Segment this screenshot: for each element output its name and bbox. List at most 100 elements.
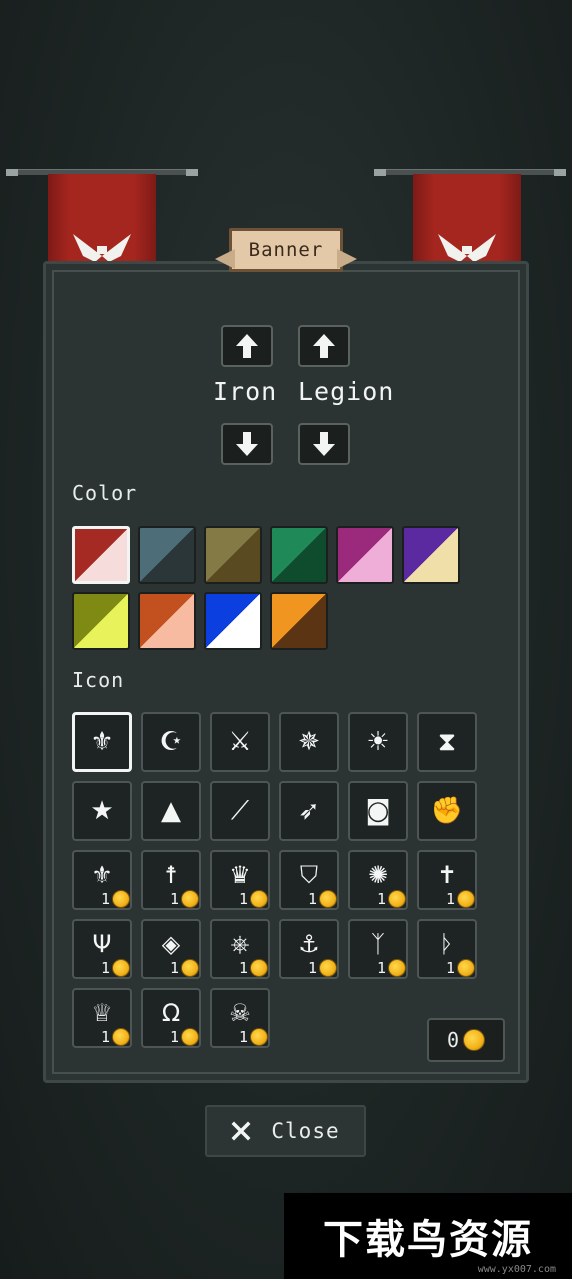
color-swatch[interactable]	[72, 526, 130, 584]
icon-option[interactable]: ⟋	[210, 781, 270, 841]
winged-crest-icon: ⚜	[90, 727, 114, 757]
coin-icon	[112, 890, 130, 908]
icon-price: 1	[170, 1028, 199, 1046]
icon-option[interactable]: ᛉ1	[348, 919, 408, 979]
icon-option[interactable]: ♛ 1	[210, 850, 270, 910]
coin-icon	[319, 959, 337, 977]
icon-option[interactable]: ⛉ 1	[279, 850, 339, 910]
icon-option[interactable]: ♕ 1	[72, 988, 132, 1048]
icon-option[interactable]: ★	[72, 781, 132, 841]
coin-icon	[457, 890, 475, 908]
coin-icon	[112, 1028, 130, 1046]
icon-price: 1	[101, 1028, 130, 1046]
coin-icon	[181, 1028, 199, 1046]
coin-icon	[463, 1029, 486, 1051]
icon-price: 1	[446, 959, 475, 977]
watermark: 下载鸟资源 www.yx007.com	[284, 1193, 572, 1279]
discord-icon: ◙	[365, 796, 391, 826]
first-word-up-button[interactable]	[221, 325, 273, 367]
icon-price-value: 1	[238, 959, 248, 977]
icon-price-value: 1	[100, 890, 110, 908]
icon-option[interactable]: ⚓ 1	[279, 919, 339, 979]
color-section-label: Color	[72, 481, 138, 505]
icon-price: 1	[377, 890, 406, 908]
icon-option[interactable]: ☠ 1	[210, 988, 270, 1048]
icon-option[interactable]: ✝ 1	[417, 850, 477, 910]
close-button-label: Close	[271, 1119, 340, 1143]
icon-option[interactable]: ☀	[348, 712, 408, 772]
arrow-up-icon	[313, 334, 335, 358]
coin-icon	[388, 890, 406, 908]
bow-icon: ➶	[298, 796, 320, 826]
banner-name-first-word: Iron	[213, 377, 278, 406]
icon-option[interactable]: ◙	[348, 781, 408, 841]
trident-rune-icon: Ψ	[92, 930, 112, 958]
coin-icon	[250, 959, 268, 977]
color-swatch[interactable]	[138, 592, 196, 650]
color-swatch[interactable]	[204, 526, 262, 584]
color-swatch[interactable]	[402, 526, 460, 584]
coin-wallet: 0	[427, 1018, 505, 1062]
icon-option[interactable]: ☨ 1	[141, 850, 201, 910]
color-swatch[interactable]	[336, 526, 394, 584]
icon-option[interactable]: ➶	[279, 781, 339, 841]
icon-price-value: 1	[238, 1028, 248, 1046]
star-skull-icon: ★	[90, 796, 114, 826]
icon-price: 1	[239, 1028, 268, 1046]
icon-price: 1	[170, 890, 199, 908]
icon-price-value: 1	[100, 1028, 110, 1046]
icon-option[interactable]: ✺ 1	[348, 850, 408, 910]
coin-icon	[457, 959, 475, 977]
arrow-up-icon	[236, 334, 258, 358]
icon-option[interactable]: Ψ1	[72, 919, 132, 979]
icon-price: 1	[377, 959, 406, 977]
shield-wing-icon: ⛉	[300, 861, 318, 889]
banner-name-second-word: Legion	[298, 377, 395, 406]
icon-option[interactable]: ⎈ 1	[210, 919, 270, 979]
icon-price: 1	[308, 959, 337, 977]
color-swatch[interactable]	[204, 592, 262, 650]
second-word-up-button[interactable]	[298, 325, 350, 367]
color-swatch[interactable]	[138, 526, 196, 584]
icon-option[interactable]: Ω1	[141, 988, 201, 1048]
icon-price: 1	[101, 890, 130, 908]
wheel-icon: ⎈	[230, 930, 250, 958]
fleur-de-lis-icon: ⚜	[91, 861, 113, 889]
color-swatch[interactable]	[270, 592, 328, 650]
color-swatch[interactable]	[72, 592, 130, 650]
icon-option[interactable]: ⚜	[72, 712, 132, 772]
close-button[interactable]: Close	[205, 1105, 366, 1157]
coin-icon	[319, 890, 337, 908]
icon-option[interactable]: ᚦ1	[417, 919, 477, 979]
hooded-figure-icon: ▲	[161, 796, 181, 826]
radiant-sword-icon: ✵	[298, 727, 320, 757]
second-word-down-button[interactable]	[298, 423, 350, 465]
icon-option[interactable]: ⧗	[417, 712, 477, 772]
icon-option[interactable]: ◈ 1	[141, 919, 201, 979]
icon-option[interactable]: ▲	[141, 781, 201, 841]
icon-option[interactable]: ✊	[417, 781, 477, 841]
color-swatch[interactable]	[270, 526, 328, 584]
hook-rune-icon: ᚦ	[439, 930, 455, 958]
first-word-down-button[interactable]	[221, 423, 273, 465]
icon-option[interactable]: ⚜ 1	[72, 850, 132, 910]
crescent-star-icon: ☪	[159, 727, 183, 757]
close-icon	[231, 1121, 251, 1141]
icon-option[interactable]: ☪	[141, 712, 201, 772]
figure-cross-icon: ☨	[164, 861, 178, 889]
coin-icon	[181, 959, 199, 977]
horseshoe-icon: Ω	[161, 999, 181, 1027]
icon-price: 1	[446, 890, 475, 908]
branch-rune-icon: ᛉ	[370, 930, 386, 958]
icon-price-value: 1	[169, 959, 179, 977]
icon-price-value: 1	[376, 959, 386, 977]
icon-option[interactable]: ✵	[279, 712, 339, 772]
icon-price: 1	[239, 959, 268, 977]
coin-icon	[388, 959, 406, 977]
icon-option[interactable]: ⚔	[210, 712, 270, 772]
icon-price-value: 1	[445, 959, 455, 977]
icon-price: 1	[101, 959, 130, 977]
coin-balance: 0	[446, 1028, 460, 1052]
sun-icon: ☀	[366, 727, 390, 757]
web-icon: ✺	[367, 861, 389, 889]
